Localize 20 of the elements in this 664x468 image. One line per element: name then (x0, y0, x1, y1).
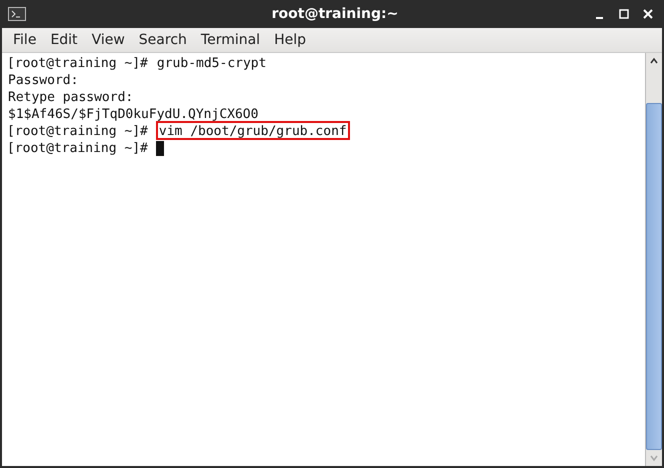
window-title: root@training:~ (270, 6, 400, 22)
shell-prompt: [root@training ~]# (7, 123, 148, 140)
close-icon[interactable] (642, 8, 654, 20)
shell-prompt: [root@training ~]# (7, 55, 148, 72)
menu-item[interactable]: Search (132, 32, 194, 48)
terminal-text: Password: (7, 72, 80, 89)
terminal-text: grub-md5-crypt (156, 55, 268, 72)
scrollbar-thumb[interactable] (646, 103, 662, 450)
terminal-text: vim /boot/grub/grub.conf (158, 124, 348, 139)
menu-item[interactable]: Help (267, 32, 313, 48)
menu-item[interactable]: Terminal (194, 32, 268, 48)
menu-item[interactable]: View (84, 32, 132, 48)
shell-prompt: [root@training ~]# (7, 140, 148, 157)
menu-item[interactable]: Edit (43, 32, 85, 48)
terminal-text: $1$Af46S/$FjTqD0kuFydU.QYnjCX6O0 (7, 106, 260, 123)
terminal-text: Retype password: (7, 89, 134, 106)
menu-item[interactable]: File (6, 32, 44, 48)
maximize-icon[interactable] (618, 8, 630, 20)
terminal-icon (8, 7, 26, 21)
scrollbar[interactable] (645, 53, 662, 466)
